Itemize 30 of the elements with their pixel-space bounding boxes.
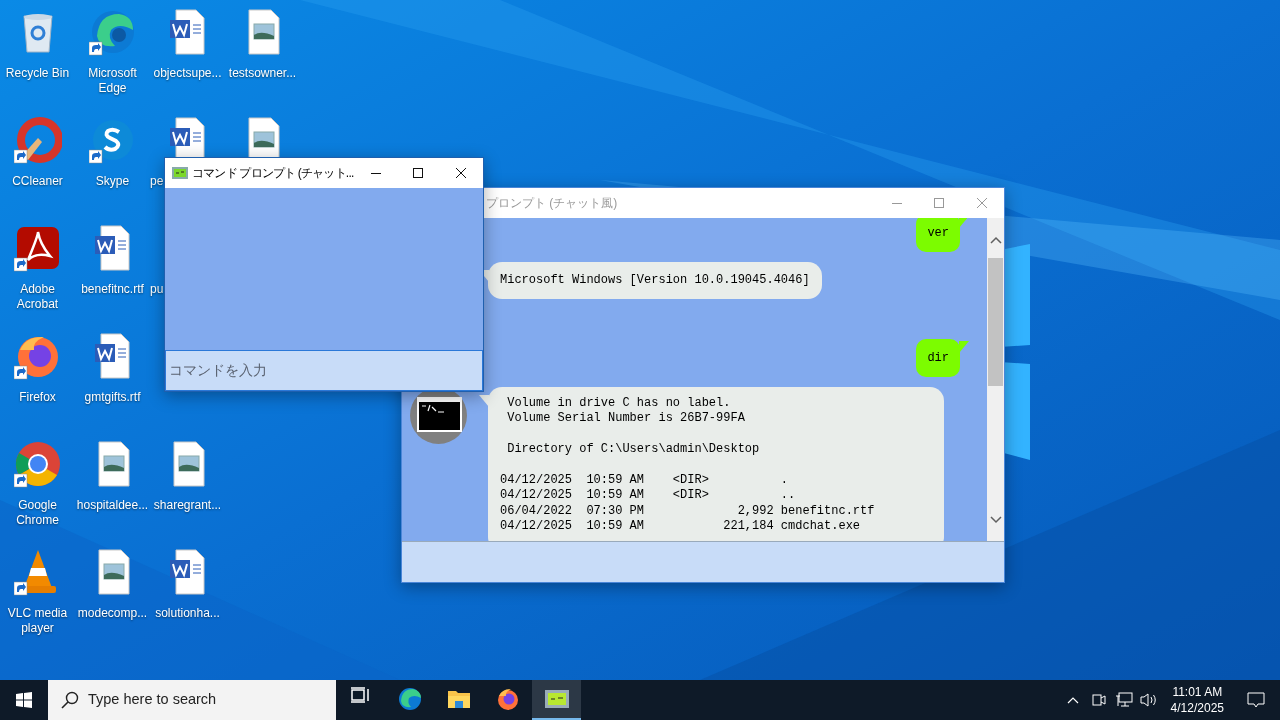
icon-label[interactable]: modecomp...	[76, 606, 149, 621]
icon-label[interactable]: Microsoft Edge	[75, 66, 150, 96]
icon-label[interactable]: Adobe Acrobat	[0, 282, 75, 312]
chat-bubble: dir	[916, 339, 960, 377]
clock-time: 11:01 AM	[1172, 684, 1223, 700]
icon-label[interactable]: CCleaner	[11, 174, 64, 189]
icon-label[interactable]: pu	[150, 282, 164, 297]
icon-label[interactable]: benefitnc.rtf	[80, 282, 145, 297]
icon-label[interactable]: VLC media player	[0, 606, 75, 636]
icon-label[interactable]: solutionha...	[154, 606, 221, 621]
search-field[interactable]: Type here to search	[48, 680, 336, 720]
icon-label[interactable]: testsowner...	[227, 66, 298, 81]
icon-label[interactable]: objectsupe...	[152, 66, 223, 81]
icon-label[interactable]: pe	[150, 174, 164, 189]
icon-label[interactable]: Firefox	[18, 390, 57, 405]
icon-label[interactable]: sharegrant...	[152, 498, 223, 513]
chat-bubble: Microsoft Windows [Version 10.0.19045.4046]	[488, 262, 822, 300]
icon-label[interactable]: hospitaldee...	[75, 498, 150, 513]
clock-date: 4/12/2025	[1170, 700, 1224, 716]
icon-label[interactable]: Skype	[94, 174, 131, 189]
icon-label[interactable]: gmtgifts.rtf	[83, 390, 142, 405]
icon-label[interactable]: Recycle Bin	[4, 66, 71, 81]
chat-bubble: ver	[916, 218, 960, 252]
window-title: プロンプト (チャット風)	[486, 195, 618, 212]
icon-label[interactable]: Google Chrome	[0, 498, 75, 528]
search-placeholder: Type here to search	[88, 690, 217, 710]
clock[interactable]: 11:01 AM 4/12/2025	[1164, 684, 1230, 716]
chat-bubble: Volume in drive C has no label. Volume Serial Number is 26B7-99FA Directory of C:\Users\admin\Desktop 04/12/2025 10:59 AM <DIR> . 04/12/2025 10:59 AM <DIR> .. 06/04/2022 07:30 PM 2,992 benefitnc.rtf 04/12/2025 10:59 AM 221,184 cmdchat.exe	[488, 387, 944, 541]
command-input[interactable]: コマンドを入力	[165, 350, 483, 391]
window-title: コマンド プロンプト (チャット...	[192, 165, 354, 182]
